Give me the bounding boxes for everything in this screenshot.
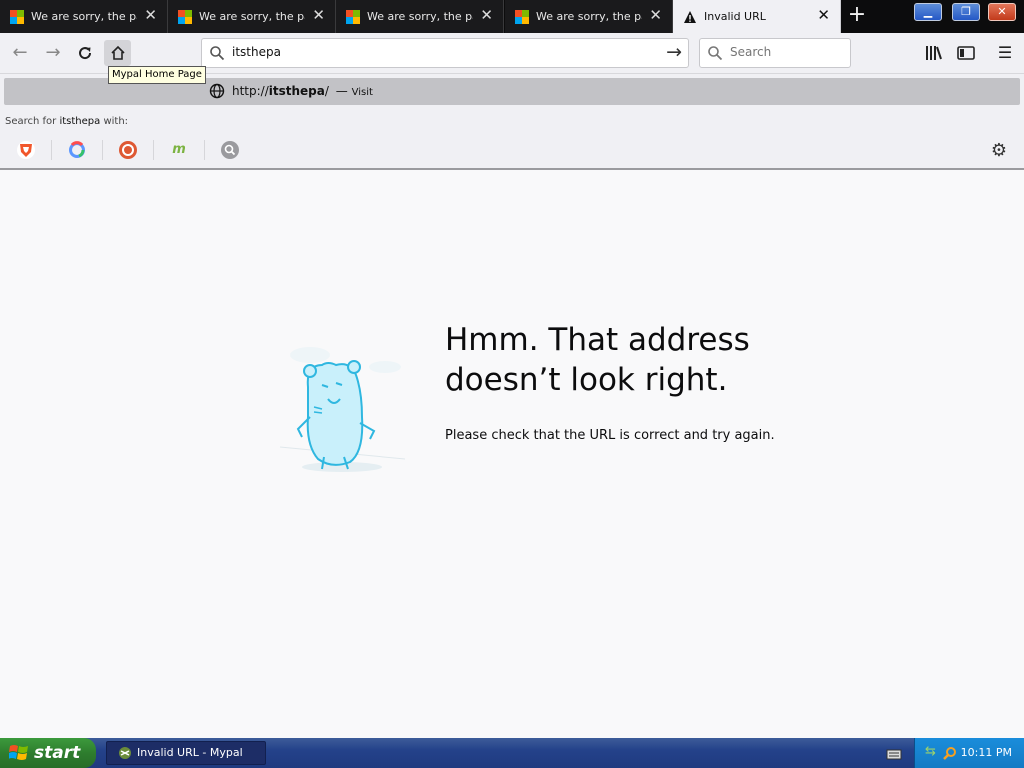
tab-3[interactable]: We are sorry, the page you requested can… [336,0,504,33]
keyboard-tray-button[interactable] [886,746,902,760]
warning-icon [684,10,696,23]
search-for-label: Search for itsthepa with: [5,116,128,127]
forward-arrow-icon: → [45,42,61,63]
close-tab-icon[interactable]: ✕ [312,8,325,23]
forward-button[interactable]: → [39,40,67,66]
clock: 10:11 PM [960,746,1012,759]
suggestion-suffix: / [324,84,329,98]
back-button[interactable]: ← [6,40,34,66]
search-for-prefix: Search for [5,116,60,127]
network-tray-icon[interactable]: ⇆ [925,744,936,759]
tab-1[interactable]: We are sorry, the page you requested can… [0,0,168,33]
tab-title: We are sorry, the page you requested can… [536,10,642,23]
search-input[interactable] [730,45,840,59]
tab-title: We are sorry, the page you requested can… [31,10,137,23]
generic-search-engine-button[interactable] [221,141,239,159]
url-input[interactable] [232,45,652,59]
hamburger-menu-icon: ☰ [997,43,1013,62]
windows-logo-icon [9,745,28,760]
menu-button[interactable]: ☰ [994,42,1016,64]
brave-icon [20,144,32,157]
suggestion-action: Visit [351,87,373,98]
suggestion-separator: — [335,84,348,98]
microsoft-logo-icon [178,9,192,24]
keyboard-icon [886,749,902,760]
taskbar-item-label: Invalid URL - Mypal [137,746,243,759]
close-window-button[interactable]: ✕ [988,3,1016,21]
search-icon [708,46,723,61]
search-tray-icon[interactable] [943,746,957,760]
microsoft-logo-icon [10,9,24,24]
search-icon [210,46,225,61]
tab-5-active[interactable]: Invalid URL ✕ [673,0,841,33]
go-arrow-icon[interactable]: → [666,41,682,63]
qwant-icon [69,141,85,158]
close-tab-icon[interactable]: ✕ [144,8,157,23]
error-title-line1: Hmm. That address [445,322,750,358]
search-engine-icon [224,144,236,156]
tab-title: We are sorry, the page you requested can… [199,10,305,23]
sidebar-icon [957,46,975,60]
duckduckgo-icon [122,144,134,156]
url-suggestion-text: http://itsthepa/ — Visit [232,84,373,98]
engine-separator [204,140,205,160]
url-bar[interactable]: → [201,38,689,68]
tab-2[interactable]: We are sorry, the page you requested can… [168,0,336,33]
restore-icon: ❐ [961,5,971,18]
home-tooltip: Mypal Home Page [108,66,206,84]
mypal-app-icon [119,747,131,759]
start-label: start [34,743,81,763]
home-icon [110,45,125,60]
suggestion-prefix: http:// [232,84,269,98]
search-settings-button[interactable]: ⚙ [988,140,1010,162]
error-page: Hmm. That address doesn’t look right. Pl… [0,172,1024,738]
tab-title: We are sorry, the page you requested can… [367,10,473,23]
tab-strip: We are sorry, the page you requested can… [0,0,1024,33]
error-title-line2: doesn’t look right. [445,362,728,398]
new-tab-button[interactable]: + [846,4,868,28]
engine-separator [153,140,154,160]
close-icon: ✕ [997,5,1007,18]
minimize-button[interactable]: ▁ [914,3,942,21]
reload-button[interactable] [71,40,99,66]
minimize-icon: ▁ [923,5,933,18]
taskbar-window-item[interactable]: Invalid URL - Mypal [106,741,266,765]
search-for-suffix: with: [100,116,129,127]
url-suggestion-dropdown: http://itsthepa/ — Visit Search for itst… [0,74,1024,170]
sidebar-button[interactable] [955,42,977,64]
engine-separator [51,140,52,160]
close-tab-icon[interactable]: ✕ [817,8,830,23]
library-button[interactable] [923,42,945,64]
start-button[interactable]: start [0,738,96,768]
duckduckgo-search-button[interactable] [119,141,137,159]
microsoft-logo-icon [346,9,360,24]
close-tab-icon[interactable]: ✕ [480,8,493,23]
system-tray: ⇆ 10:11 PM [914,738,1024,768]
tab-title: Invalid URL [704,10,766,23]
error-message: Please check that the URL is correct and… [445,428,775,443]
suggestion-domain: itsthepa [268,84,325,98]
back-arrow-icon: ← [12,42,28,63]
gear-icon: ⚙ [990,140,1008,161]
home-button[interactable] [104,40,131,66]
qwant-search-button[interactable] [68,141,86,159]
error-title: Hmm. That address doesn’t look right. [445,320,865,400]
globe-icon [209,83,225,99]
search-for-term: itsthepa [59,116,101,127]
close-tab-icon[interactable]: ✕ [649,8,662,23]
library-icon [926,46,942,60]
search-bar[interactable] [699,38,851,68]
mojeek-search-button[interactable]: m [170,141,188,159]
engine-separator [102,140,103,160]
hamster-illustration [279,347,406,472]
restore-button[interactable]: ❐ [952,3,980,21]
tab-4[interactable]: We are sorry, the page you requested can… [505,0,673,33]
microsoft-logo-icon [515,9,529,24]
brave-search-button[interactable] [17,141,35,159]
reload-icon [79,47,92,60]
mojeek-icon: m [172,142,186,157]
taskbar: start Invalid URL - Mypal ⇆ 10:11 PM [0,738,1024,768]
